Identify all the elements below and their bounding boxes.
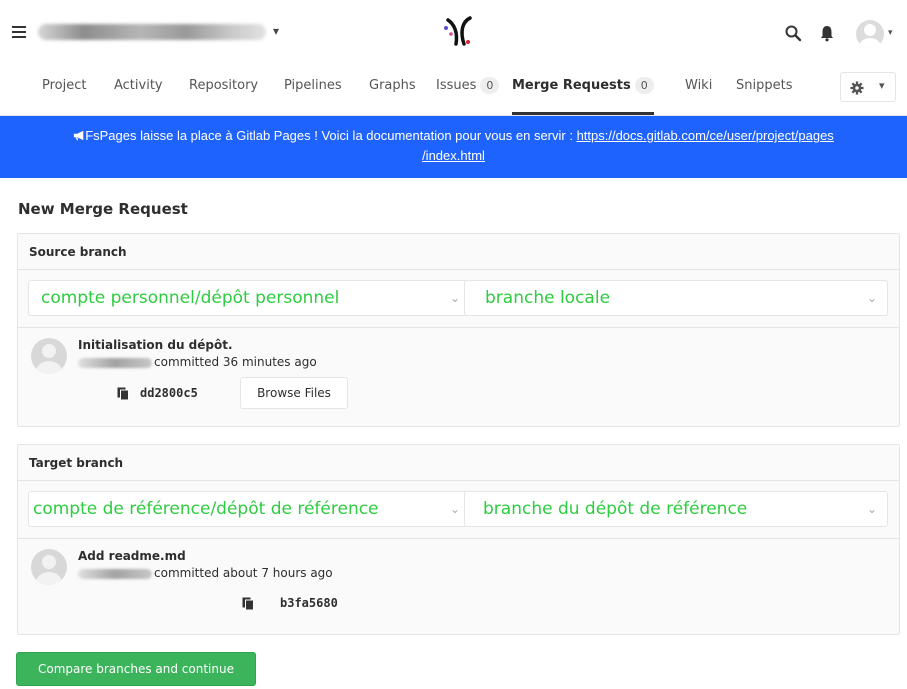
settings-dropdown-button[interactable]: ▾ — [840, 72, 896, 102]
commit-meta: committed 36 minutes ago — [154, 355, 317, 369]
issues-count-badge: 0 — [480, 77, 500, 94]
tab-project[interactable]: Project — [42, 66, 86, 115]
commit-author-avatar — [31, 338, 67, 374]
tab-issues-label: Issues — [436, 78, 477, 93]
source-commit-info: Initialisation du dépôt. committed 36 mi… — [18, 328, 899, 426]
tab-activity[interactable]: Activity — [114, 66, 163, 115]
settings-caret-icon: ▾ — [879, 79, 885, 92]
target-project-select[interactable]: compte de référence/dépôt de référence ⌄ — [28, 491, 471, 527]
target-branch-select[interactable]: branche du dépôt de référence ⌄ — [464, 491, 888, 527]
tab-wiki[interactable]: Wiki — [685, 66, 712, 115]
compare-branches-button[interactable]: Compare branches and continue — [16, 652, 256, 686]
target-selects-row: compte de référence/dépôt de référence ⌄… — [18, 481, 899, 539]
chevron-down-icon: ⌄ — [449, 291, 460, 305]
chevron-down-icon: ⌄ — [866, 291, 877, 305]
commit-author-redacted — [78, 569, 152, 579]
bell-icon[interactable] — [818, 24, 836, 42]
target-branch-select-value: branche du dépôt de référence — [483, 499, 748, 519]
commit-title[interactable]: Initialisation du dépôt. — [78, 338, 233, 352]
copy-sha-icon[interactable] — [117, 387, 129, 400]
hamburger-menu-icon[interactable] — [12, 26, 26, 38]
chevron-down-icon: ⌄ — [449, 502, 460, 516]
target-branch-heading: Target branch — [18, 445, 899, 481]
commit-sha[interactable]: dd2800c5 — [140, 386, 198, 400]
source-project-select[interactable]: compte personnel/dépôt personnel ⌄ — [28, 280, 471, 316]
source-project-select-value: compte personnel/dépôt personnel — [41, 288, 340, 308]
tab-graphs[interactable]: Graphs — [369, 66, 416, 115]
search-icon[interactable] — [784, 24, 802, 42]
source-branch-select-value: branche locale — [485, 288, 611, 308]
tab-repository[interactable]: Repository — [189, 66, 258, 115]
user-menu-caret-icon[interactable]: ▾ — [888, 28, 893, 38]
top-navbar: ▾ ▾ — [0, 0, 907, 66]
announcement-banner: FsPages laisse la place à Gitlab Pages !… — [0, 116, 907, 178]
target-branch-panel: Target branch compte de référence/dépôt … — [17, 444, 900, 635]
page-title: New Merge Request — [18, 200, 188, 218]
source-branch-select[interactable]: branche locale ⌄ — [464, 280, 888, 316]
user-avatar[interactable] — [856, 20, 884, 48]
banner-text: FsPages laisse la place à Gitlab Pages !… — [85, 128, 577, 143]
logo-icon[interactable] — [440, 14, 476, 50]
target-project-select-value: compte de référence/dépôt de référence — [33, 499, 379, 519]
gear-icon — [850, 81, 864, 95]
project-dropdown-caret-icon[interactable]: ▾ — [273, 24, 279, 38]
tab-merge-requests[interactable]: Merge Requests 0 — [512, 66, 654, 115]
commit-title[interactable]: Add readme.md — [78, 549, 186, 563]
source-selects-row: compte personnel/dépôt personnel ⌄ branc… — [18, 270, 899, 328]
merge-requests-count-badge: 0 — [634, 77, 654, 94]
project-name-redacted[interactable] — [38, 24, 266, 40]
commit-author-redacted — [78, 358, 152, 368]
tab-snippets[interactable]: Snippets — [736, 66, 792, 115]
target-commit-info: Add readme.md committed about 7 hours ag… — [18, 539, 899, 634]
source-branch-heading: Source branch — [18, 234, 899, 270]
tab-issues[interactable]: Issues 0 — [436, 66, 500, 115]
commit-author-avatar — [31, 549, 67, 585]
source-branch-panel: Source branch compte personnel/dépôt per… — [17, 233, 900, 427]
chevron-down-icon: ⌄ — [866, 502, 877, 516]
tab-pipelines[interactable]: Pipelines — [284, 66, 342, 115]
commit-meta: committed about 7 hours ago — [154, 566, 333, 580]
commit-sha[interactable]: b3fa5680 — [280, 596, 338, 610]
bullhorn-icon — [74, 130, 84, 141]
browse-files-button[interactable]: Browse Files — [240, 377, 348, 409]
tab-merge-requests-label: Merge Requests — [512, 78, 631, 93]
copy-sha-icon[interactable] — [242, 597, 254, 610]
project-nav: Project Activity Repository Pipelines Gr… — [0, 66, 907, 116]
